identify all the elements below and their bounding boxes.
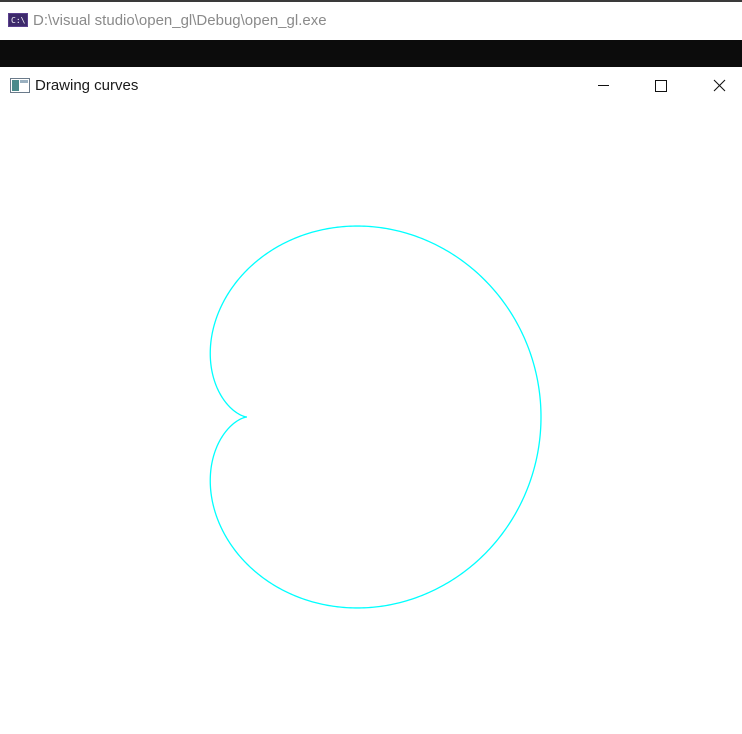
close-button[interactable] bbox=[690, 67, 742, 105]
console-title-bar[interactable]: C:\ D:\visual studio\open_gl\Debug\open_… bbox=[0, 0, 742, 40]
maximize-icon bbox=[655, 80, 667, 92]
gl-window-title: Drawing curves bbox=[35, 77, 139, 94]
svg-text:C:\: C:\ bbox=[11, 16, 26, 25]
console-app-icon: C:\ bbox=[8, 13, 28, 27]
minimize-icon bbox=[598, 85, 609, 86]
maximize-button[interactable] bbox=[632, 67, 690, 105]
minimize-button[interactable] bbox=[574, 67, 632, 105]
console-window-title: D:\visual studio\open_gl\Debug\open_gl.e… bbox=[33, 12, 327, 29]
close-icon bbox=[713, 79, 726, 92]
gl-window-title-bar[interactable]: Drawing curves bbox=[0, 67, 742, 105]
opengl-window-icon bbox=[10, 78, 30, 93]
console-output-area bbox=[0, 40, 742, 67]
curve-drawing bbox=[209, 225, 542, 609]
cardioid-curve bbox=[209, 225, 542, 609]
gl-drawing-canvas[interactable] bbox=[0, 105, 742, 729]
